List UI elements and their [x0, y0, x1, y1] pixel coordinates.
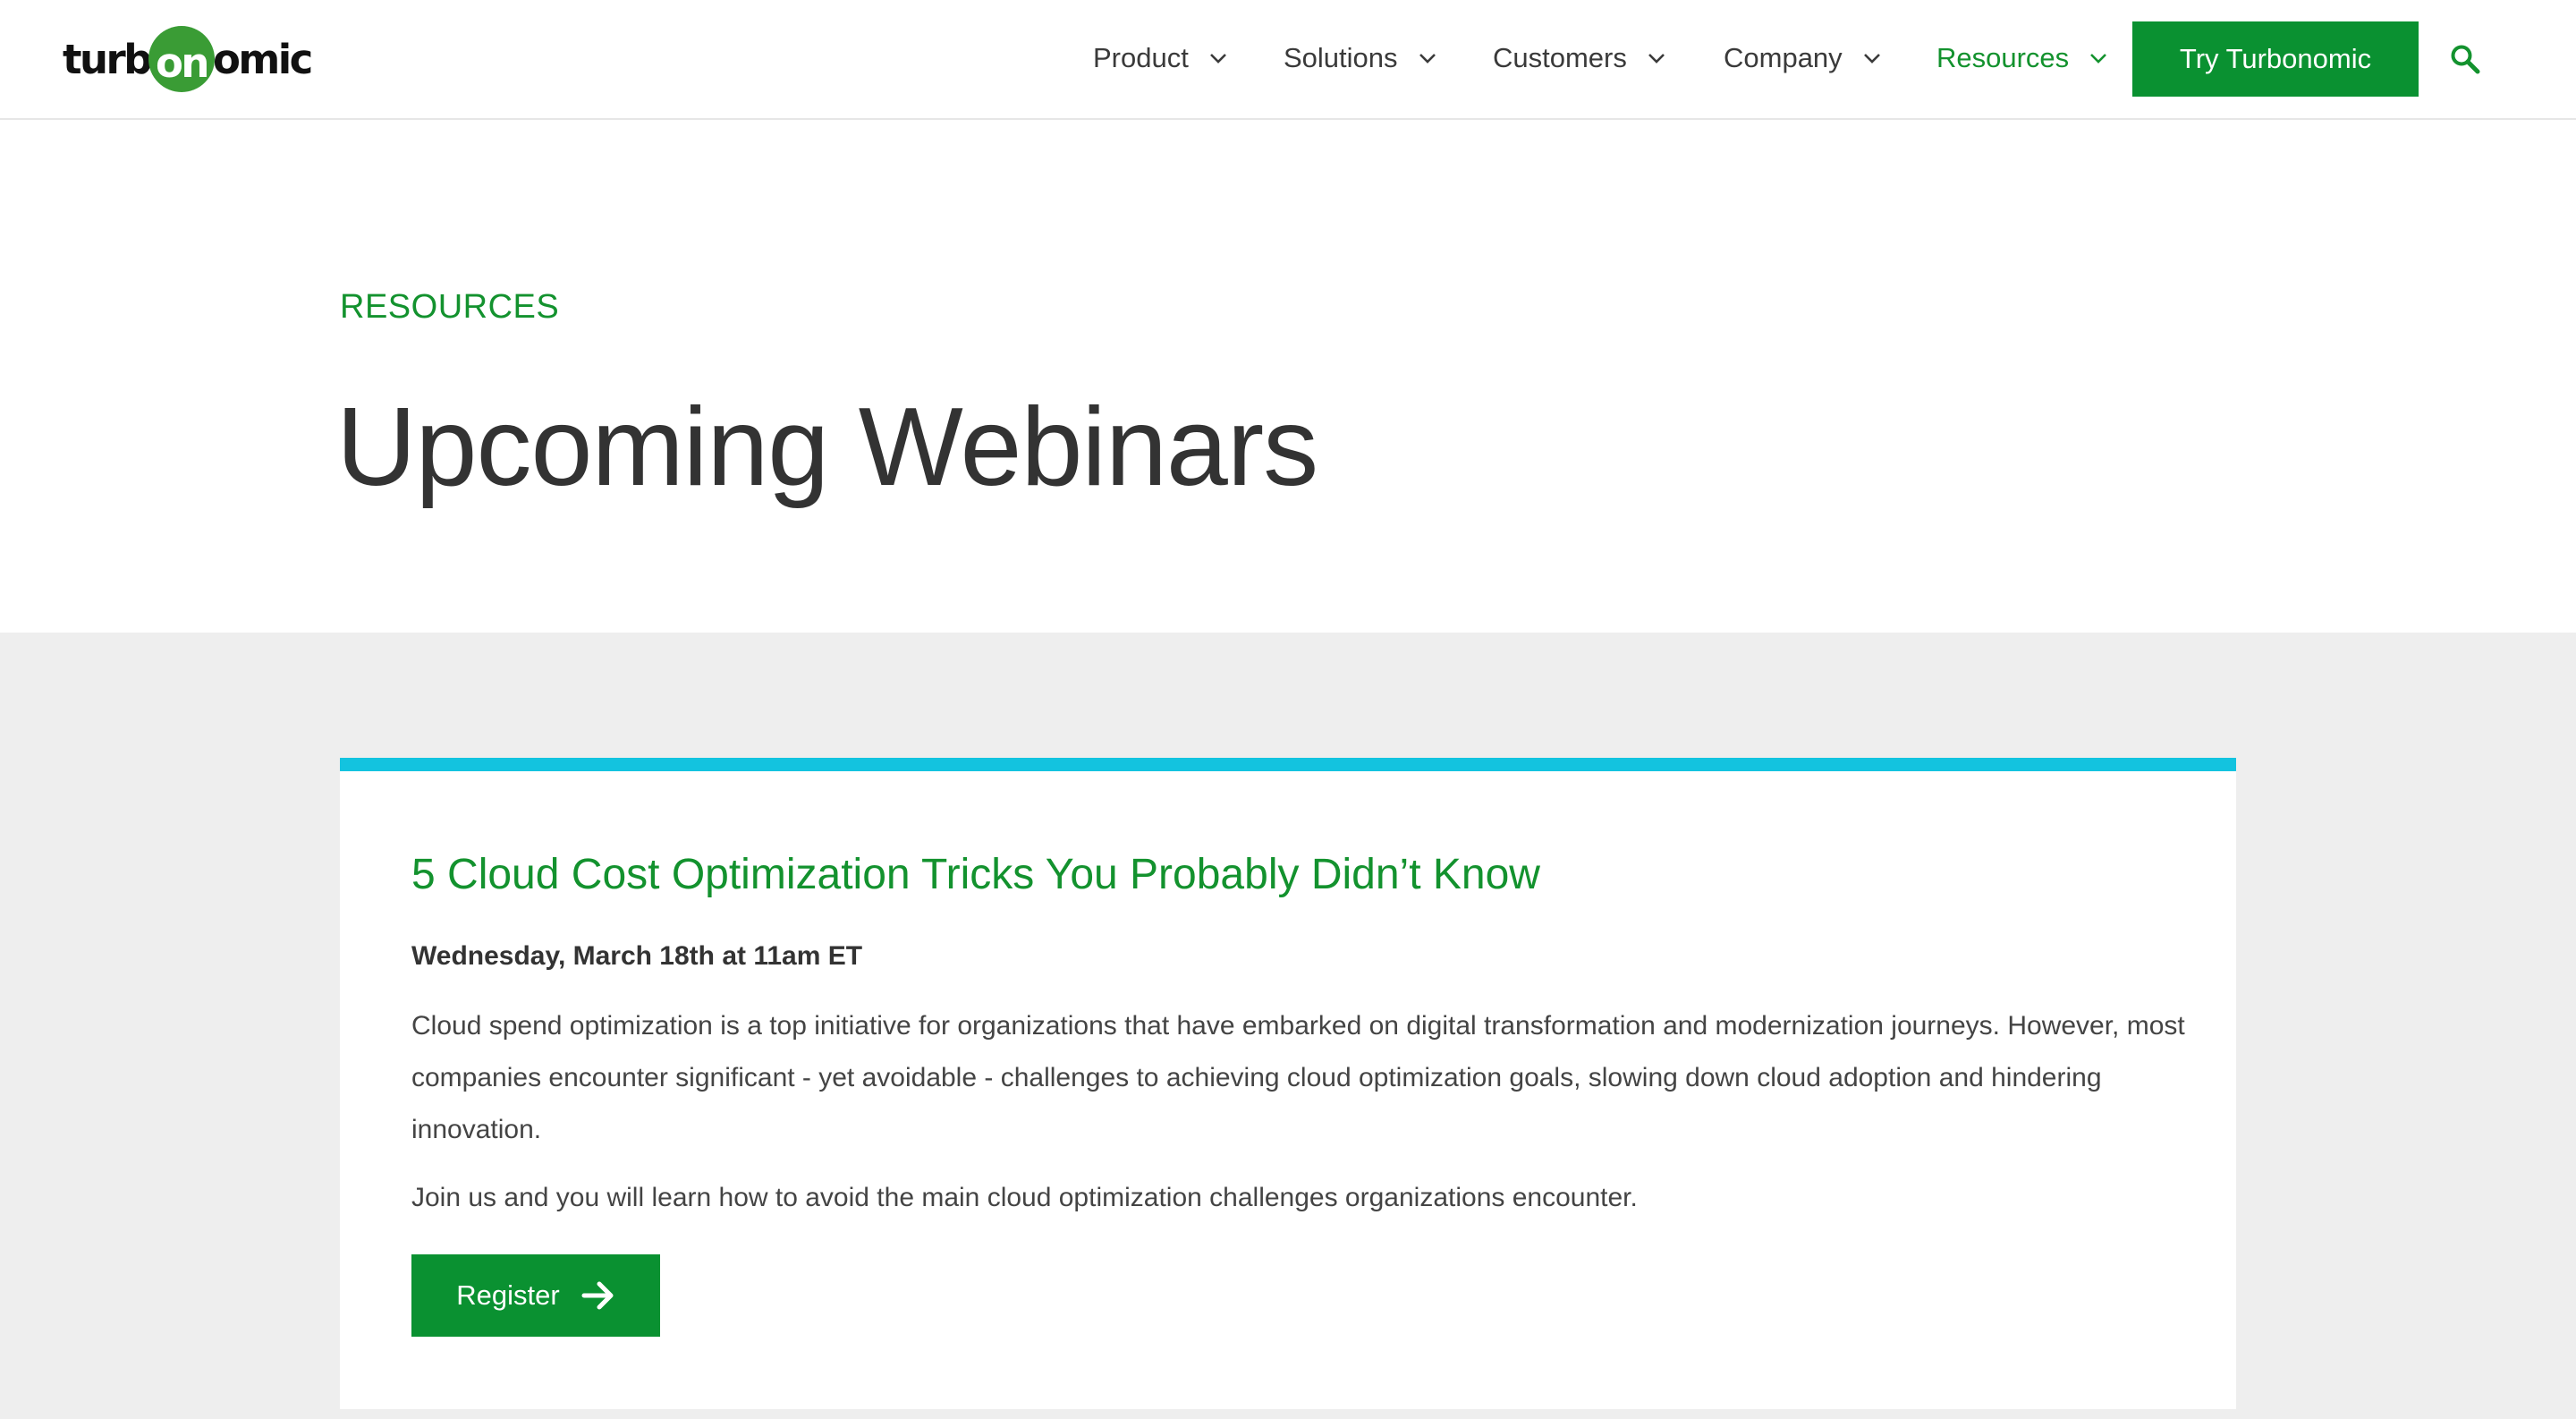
- turbonomic-logo[interactable]: turb on omic: [63, 25, 313, 93]
- hero-section: RESOURCES Upcoming Webinars: [0, 122, 2576, 633]
- chevron-down-icon: [1647, 52, 1666, 64]
- chevron-down-icon: [1862, 52, 1882, 64]
- nav-item-label: Solutions: [1284, 42, 1398, 73]
- webinar-date: Wednesday, March 18th at 11am ET: [411, 941, 863, 971]
- logo-text-suffix: omic: [212, 35, 313, 83]
- arrow-right-icon: [581, 1280, 615, 1311]
- nav-item-label: Customers: [1493, 42, 1627, 73]
- webinar-description: Cloud spend optimization is a top initia…: [411, 1011, 2185, 1144]
- site-header: turb on omic Product Solutions Customers C…: [0, 0, 2576, 120]
- webinar-title-link[interactable]: 5 Cloud Cost Optimization Tricks You Pro…: [411, 850, 1540, 899]
- search-icon[interactable]: [2449, 43, 2481, 75]
- nav-item-label: Company: [1724, 42, 1843, 73]
- chevron-down-icon: [1418, 52, 1437, 64]
- nav-item-product[interactable]: Product: [1093, 0, 1228, 116]
- logo-circle-mark: on: [148, 26, 215, 92]
- webinar-card: 5 Cloud Cost Optimization Tricks You Pro…: [340, 758, 2236, 1409]
- register-button[interactable]: Register: [411, 1254, 660, 1337]
- chevron-down-icon: [1208, 52, 1228, 64]
- nav-item-customers[interactable]: Customers: [1493, 0, 1666, 116]
- nav-item-resources[interactable]: Resources: [1936, 0, 2108, 116]
- nav-item-company[interactable]: Company: [1724, 0, 1882, 116]
- logo-text-middle: on: [155, 38, 209, 87]
- webinar-listing: 5 Cloud Cost Optimization Tricks You Pro…: [0, 633, 2576, 1419]
- section-eyebrow: RESOURCES: [340, 288, 560, 326]
- nav-item-label: Resources: [1936, 42, 2070, 73]
- register-button-label: Register: [456, 1279, 560, 1311]
- page-title: Upcoming Webinars: [336, 386, 1318, 509]
- webinar-description-secondary: Join us and you will learn how to avoid …: [411, 1183, 1638, 1212]
- nav-item-solutions[interactable]: Solutions: [1284, 0, 1437, 116]
- try-turbonomic-button[interactable]: Try Turbonomic: [2132, 21, 2419, 97]
- nav-item-label: Product: [1093, 42, 1189, 73]
- logo-text-prefix: turb: [63, 35, 152, 83]
- chevron-down-icon: [2089, 52, 2108, 64]
